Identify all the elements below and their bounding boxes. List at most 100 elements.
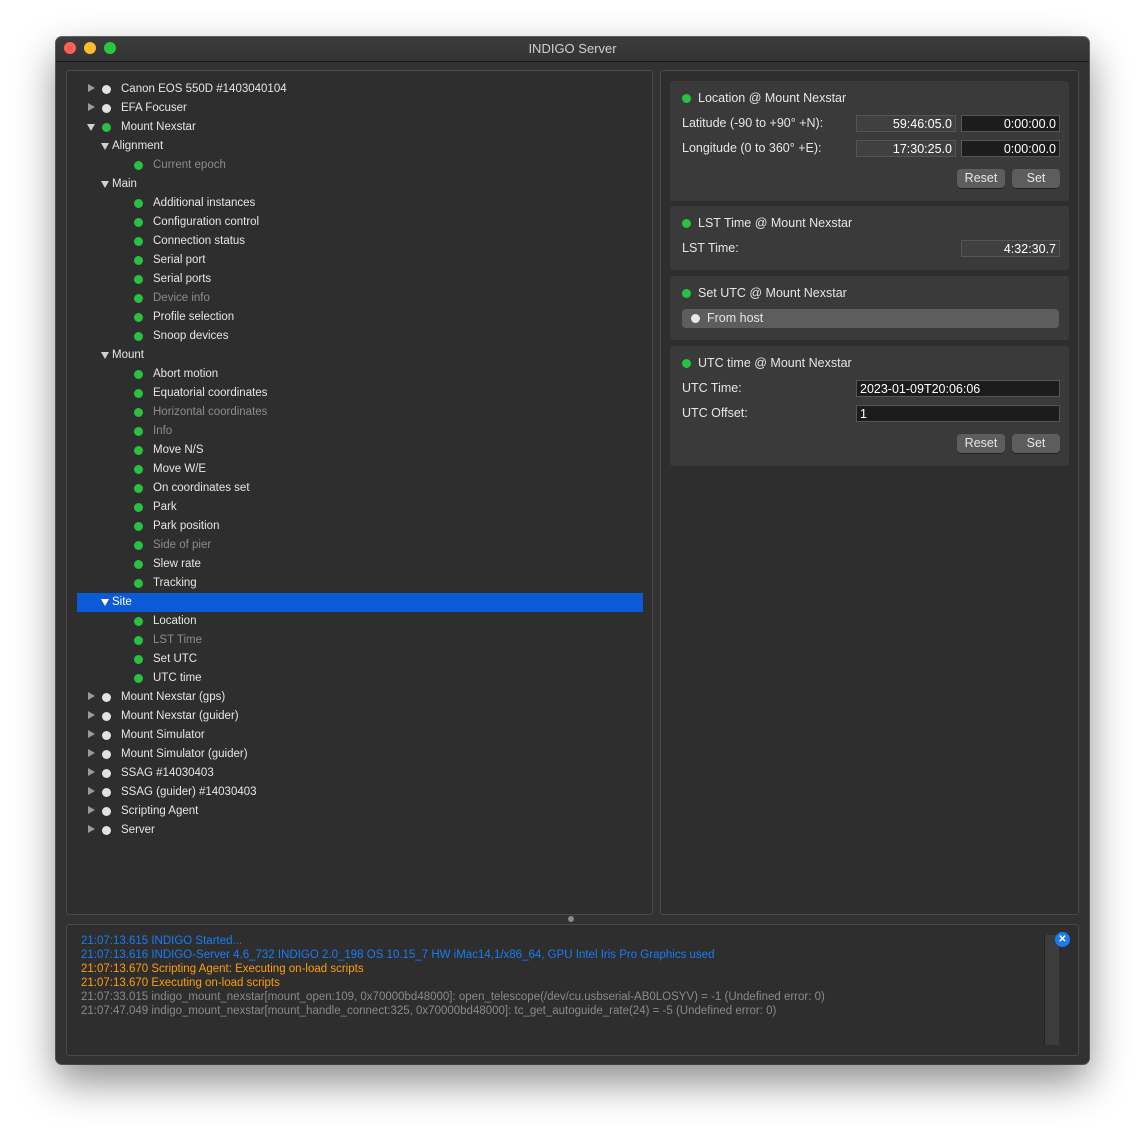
lst-time-label: LST Time:: [682, 241, 739, 255]
tree-item-label: Move N/S: [153, 444, 204, 456]
log-line: 21:07:13.670 Executing on-load scripts: [81, 977, 280, 989]
tree-device-row[interactable]: SSAG (guider) #14030403: [77, 783, 643, 802]
tree-property-row[interactable]: UTC time: [77, 669, 643, 688]
lst-time-property-group: LST Time @ Mount Nexstar LST Time: 4:32:…: [670, 206, 1069, 270]
lst-status-light: [682, 219, 691, 228]
tree-device-row[interactable]: Mount Simulator: [77, 726, 643, 745]
disclosure-expanded-icon[interactable]: [87, 124, 95, 131]
disclosure-collapsed-icon[interactable]: [88, 730, 95, 738]
utc-time-property-group: UTC time @ Mount Nexstar UTC Time: 2023-…: [670, 346, 1069, 466]
tree-item-label: Move W/E: [153, 463, 207, 475]
tree-property-row[interactable]: Additional instances: [77, 194, 643, 213]
utc-reset-button[interactable]: Reset: [957, 434, 1005, 453]
tree-property-row[interactable]: Device info: [77, 289, 643, 308]
tree-device-row[interactable]: SSAG #14030403: [77, 764, 643, 783]
tree-device-row[interactable]: EFA Focuser: [77, 99, 643, 118]
tree-property-row[interactable]: Configuration control: [77, 213, 643, 232]
property-status-light: [134, 636, 143, 645]
tree-property-row[interactable]: Current epoch: [77, 156, 643, 175]
tree-property-row[interactable]: Move W/E: [77, 460, 643, 479]
tree-item-label: Mount Nexstar: [121, 121, 196, 133]
latitude-current-value: 59:46:05.0: [856, 115, 956, 132]
property-status-light: [134, 674, 143, 683]
tree-item-label: SSAG #14030403: [121, 767, 214, 779]
tree-group-row[interactable]: Alignment: [77, 137, 643, 156]
disclosure-expanded-icon[interactable]: [101, 599, 109, 606]
tree-property-row[interactable]: Tracking: [77, 574, 643, 593]
tree-device-row[interactable]: Mount Nexstar (gps): [77, 688, 643, 707]
tree-property-row[interactable]: On coordinates set: [77, 479, 643, 498]
tree-device-row[interactable]: Canon EOS 550D #1403040104: [77, 80, 643, 99]
tree-property-row[interactable]: Equatorial coordinates: [77, 384, 643, 403]
latitude-input[interactable]: 0:00:00.0: [961, 115, 1060, 132]
device-property-tree[interactable]: Canon EOS 550D #1403040104 EFA Focuser Mou…: [66, 70, 653, 915]
location-property-group: Location @ Mount Nexstar Latitude (-90 t…: [670, 81, 1069, 201]
tree-item-label: Serial ports: [153, 273, 212, 285]
utc-offset-input[interactable]: 1: [856, 405, 1060, 422]
longitude-input[interactable]: 0:00:00.0: [961, 140, 1060, 157]
tree-property-row[interactable]: Park position: [77, 517, 643, 536]
tree-property-row[interactable]: Park: [77, 498, 643, 517]
location-set-button[interactable]: Set: [1012, 169, 1060, 188]
property-status-light: [134, 465, 143, 474]
tree-item-label: Site: [112, 596, 132, 608]
tree-device-row[interactable]: Mount Nexstar (guider): [77, 707, 643, 726]
tree-group-row[interactable]: Site: [77, 593, 643, 612]
tree-property-row[interactable]: Snoop devices: [77, 327, 643, 346]
disclosure-collapsed-icon[interactable]: [88, 787, 95, 795]
disclosure-collapsed-icon[interactable]: [88, 806, 95, 814]
device-status-light: [102, 750, 111, 759]
utc-time-input[interactable]: 2023-01-09T20:06:06: [856, 380, 1060, 397]
log-scrollbar[interactable]: [1044, 935, 1059, 1045]
device-status-light: [102, 826, 111, 835]
disclosure-expanded-icon[interactable]: [101, 143, 109, 150]
utc-offset-label: UTC Offset:: [682, 406, 748, 420]
tree-item-label: SSAG (guider) #14030403: [121, 786, 257, 798]
disclosure-collapsed-icon[interactable]: [88, 103, 95, 111]
tree-property-row[interactable]: Side of pier: [77, 536, 643, 555]
tree-property-row[interactable]: Location: [77, 612, 643, 631]
tree-property-row[interactable]: Serial port: [77, 251, 643, 270]
disclosure-collapsed-icon[interactable]: [88, 84, 95, 92]
tree-property-row[interactable]: Set UTC: [77, 650, 643, 669]
utc-set-button[interactable]: Set: [1012, 434, 1060, 453]
tree-item-label: Equatorial coordinates: [153, 387, 268, 399]
disclosure-collapsed-icon[interactable]: [88, 825, 95, 833]
tree-property-row[interactable]: Connection status: [77, 232, 643, 251]
tree-item-label: On coordinates set: [153, 482, 250, 494]
split-view-divider-handle[interactable]: [568, 916, 574, 922]
tree-property-row[interactable]: Horizontal coordinates: [77, 403, 643, 422]
latitude-label: Latitude (-90 to +90° +N):: [682, 116, 824, 130]
from-host-button[interactable]: From host: [682, 309, 1059, 328]
disclosure-collapsed-icon[interactable]: [88, 749, 95, 757]
tree-property-row[interactable]: Serial ports: [77, 270, 643, 289]
tree-item-label: Side of pier: [153, 539, 212, 551]
tree-property-row[interactable]: LST Time: [77, 631, 643, 650]
indigo-server-window: INDIGO Server Canon EOS 550D #1403040104…: [56, 37, 1089, 1064]
tree-property-row[interactable]: Move N/S: [77, 441, 643, 460]
tree-item-label: UTC time: [153, 672, 202, 684]
disclosure-expanded-icon[interactable]: [101, 352, 109, 359]
location-reset-button[interactable]: Reset: [957, 169, 1005, 188]
set-utc-status-light: [682, 289, 691, 298]
disclosure-collapsed-icon[interactable]: [88, 768, 95, 776]
tree-property-row[interactable]: Slew rate: [77, 555, 643, 574]
tree-device-row[interactable]: Mount Nexstar: [77, 118, 643, 137]
property-status-light: [134, 218, 143, 227]
property-status-light: [134, 199, 143, 208]
lst-time-value: 4:32:30.7: [961, 240, 1060, 257]
disclosure-expanded-icon[interactable]: [101, 181, 109, 188]
tree-item-label: Horizontal coordinates: [153, 406, 268, 418]
tree-property-row[interactable]: Profile selection: [77, 308, 643, 327]
tree-item-label: Alignment: [112, 140, 164, 152]
tree-group-row[interactable]: Main: [77, 175, 643, 194]
tree-device-row[interactable]: Server: [77, 821, 643, 840]
tree-property-row[interactable]: Abort motion: [77, 365, 643, 384]
tree-property-row[interactable]: Info: [77, 422, 643, 441]
tree-group-row[interactable]: Mount: [77, 346, 643, 365]
disclosure-collapsed-icon[interactable]: [88, 711, 95, 719]
clear-log-icon[interactable]: ✕: [1055, 932, 1070, 947]
tree-device-row[interactable]: Mount Simulator (guider): [77, 745, 643, 764]
disclosure-collapsed-icon[interactable]: [88, 692, 95, 700]
tree-device-row[interactable]: Scripting Agent: [77, 802, 643, 821]
